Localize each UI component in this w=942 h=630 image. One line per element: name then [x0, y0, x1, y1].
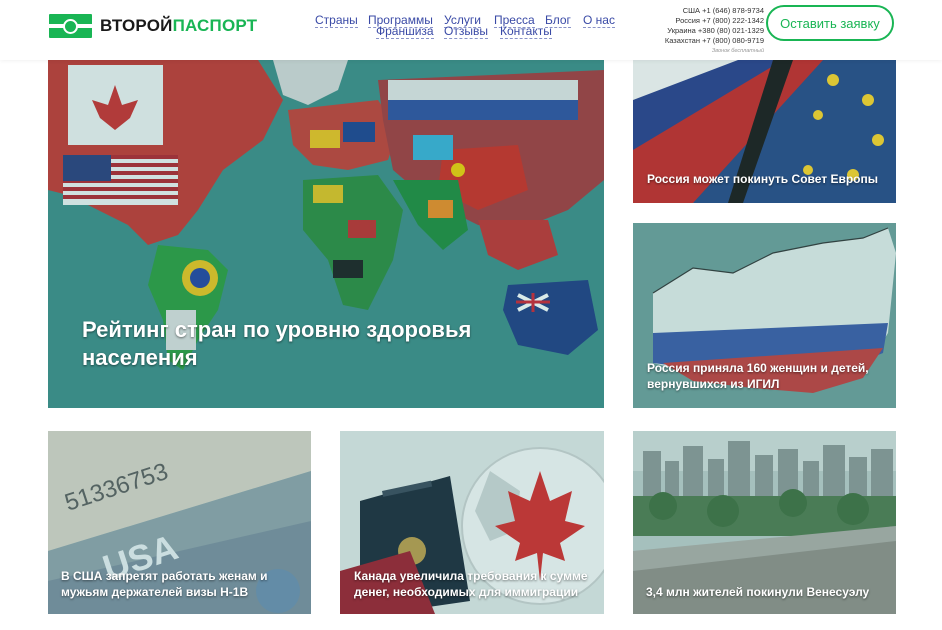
nav-link-franchise[interactable]: Франшиза [376, 25, 434, 39]
bottom-article-title-2[interactable]: Канада увеличила требования к сумме дене… [354, 568, 596, 600]
side-article-card-2[interactable]: Россия приняла 160 женщин и детей, верну… [633, 223, 896, 408]
phone-kazakhstan[interactable]: Казахстан +7 (800) 080-9719 [640, 36, 764, 46]
side-article-title-2[interactable]: Россия приняла 160 женщин и детей, верну… [647, 360, 887, 392]
side-article-title-1[interactable]: Россия может покинуть Совет Европы [647, 171, 887, 187]
site-header: ВТОРОЙПАСПОРТ Страны Программы Франшиза … [0, 0, 942, 60]
bottom-article-title-3[interactable]: 3,4 млн жителей покинули Венесуэлу [646, 584, 886, 600]
logo-text-part1: ВТОРОЙ [100, 16, 173, 35]
phone-russia[interactable]: Россия +7 (800) 222-1342 [640, 16, 764, 26]
nav-link-about[interactable]: О нас [583, 14, 615, 28]
bottom-article-card-1[interactable]: 51336753 USA В США запретят работать жен… [48, 431, 311, 614]
side-article-card-1[interactable]: Россия может покинуть Совет Европы [633, 60, 896, 203]
phone-list: США +1 (646) 878-9734 Россия +7 (800) 22… [640, 6, 764, 56]
passport-logo-icon [49, 14, 92, 38]
featured-article-card[interactable]: Рейтинг стран по уровню здоровья населен… [48, 60, 604, 408]
nav-link-countries[interactable]: Страны [315, 14, 358, 28]
bottom-article-card-2[interactable]: Канада увеличила требования к сумме дене… [340, 431, 604, 614]
logo-text: ВТОРОЙПАСПОРТ [100, 14, 257, 38]
phone-usa[interactable]: США +1 (646) 878-9734 [640, 6, 764, 16]
nav-link-reviews[interactable]: Отзывы [444, 25, 488, 39]
featured-article-title[interactable]: Рейтинг стран по уровню здоровья населен… [82, 316, 552, 372]
request-button[interactable]: Оставить заявку [766, 5, 894, 41]
nav-link-blog[interactable]: Блог [545, 14, 571, 28]
phones-note: Звонок бесплатный [711, 48, 764, 54]
site-logo[interactable]: ВТОРОЙПАСПОРТ [49, 14, 257, 38]
bottom-article-card-3[interactable]: 3,4 млн жителей покинули Венесуэлу [633, 431, 896, 614]
phone-ukraine[interactable]: Украина +380 (80) 021-1329 [640, 26, 764, 36]
bottom-article-title-1[interactable]: В США запретят работать женам и мужьям д… [61, 568, 301, 600]
logo-text-part2: ПАСПОРТ [172, 16, 258, 35]
